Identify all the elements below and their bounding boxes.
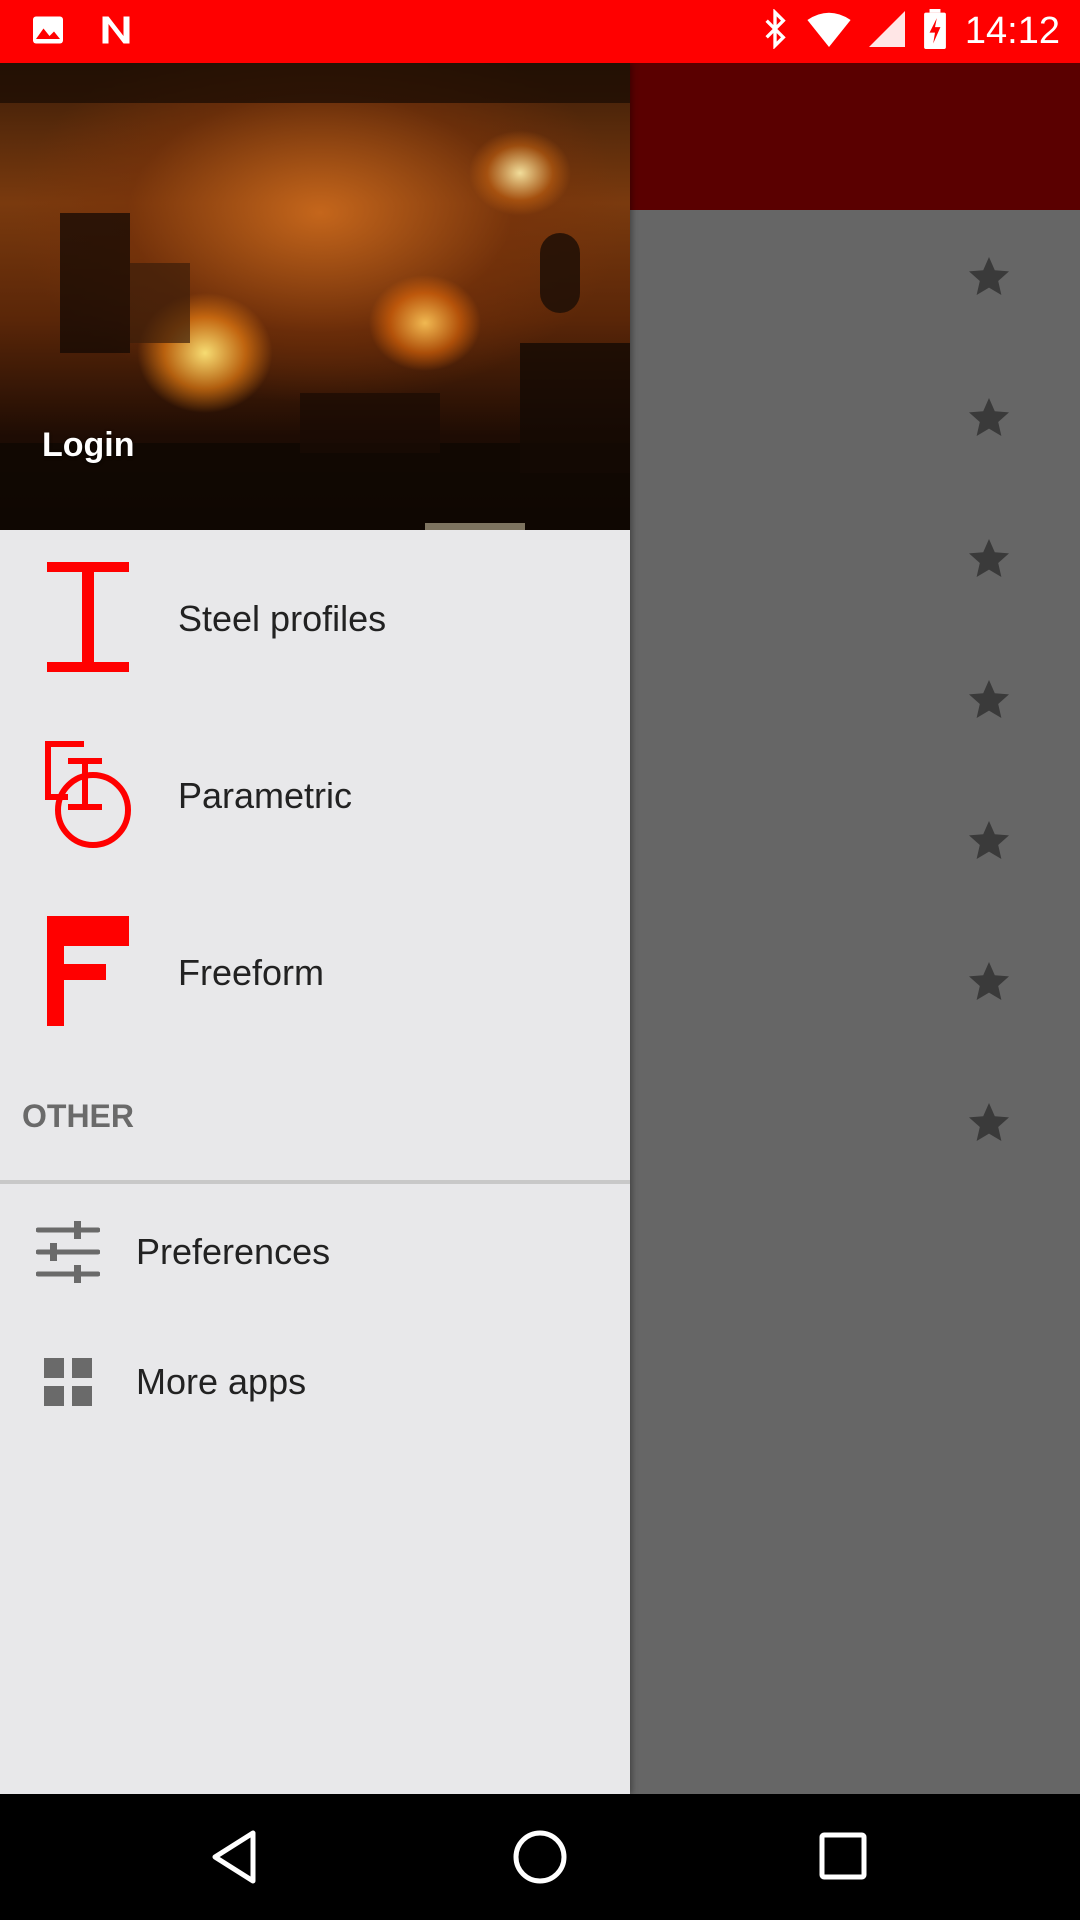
freeform-f-icon [44,914,134,1029]
star-icon[interactable] [965,817,1013,865]
navigation-drawer: Login Steel profiles Parametric Freeform… [0,63,630,1794]
drawer-item-preferences[interactable]: Preferences [0,1187,630,1317]
grid-apps-icon [36,1350,100,1414]
recents-icon[interactable] [814,1827,874,1887]
parametric-icon [44,737,134,852]
drawer-item-label: Freeform [178,952,325,993]
battery-charging-icon [923,9,947,54]
drawer-item-freeform[interactable]: Freeform [0,884,630,1061]
drawer-item-parametric[interactable]: Parametric [0,707,630,884]
image-icon [30,12,66,53]
star-icon[interactable] [965,394,1013,442]
wifi-icon [807,11,851,52]
status-time: 14:12 [964,10,1060,52]
drawer-item-more-apps[interactable]: More apps [0,1317,630,1447]
star-icon[interactable] [965,676,1013,724]
system-nav-bar [0,1794,1080,1920]
bluetooth-icon [761,8,789,54]
star-icon[interactable] [965,535,1013,583]
section-header-other: OTHER [22,1098,134,1134]
drawer-item-label: Preferences [136,1231,331,1272]
star-icon[interactable] [965,958,1013,1006]
home-icon[interactable] [510,1827,570,1887]
drawer-item-label: Steel profiles [178,598,387,639]
i-beam-icon [44,560,134,675]
section-divider [0,1180,630,1184]
drawer-item-label: Parametric [178,775,353,816]
sliders-icon [35,1220,101,1284]
drawer-item-label: More apps [136,1361,307,1402]
star-icon[interactable] [965,253,1013,301]
drawer-item-steel-profiles[interactable]: Steel profiles [0,530,630,707]
login-link[interactable]: Login [42,426,135,465]
star-icon[interactable] [965,1099,1013,1147]
drawer-header-image: Login [0,63,630,530]
back-icon[interactable] [207,1827,267,1887]
cell-signal-icon [868,11,905,52]
n-logo-icon [96,12,136,53]
status-bar: 14:12 [0,0,1080,63]
